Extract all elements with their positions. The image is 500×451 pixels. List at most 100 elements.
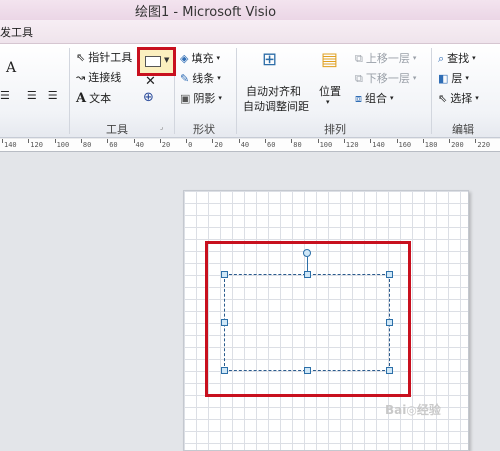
layer-icon: ◧ bbox=[438, 71, 449, 85]
rotation-handle[interactable] bbox=[303, 249, 311, 257]
ruler-tick bbox=[475, 139, 477, 143]
ruler-label: 220 bbox=[477, 141, 491, 149]
ribbon: A ☰ ☰ ☰ ⇖ 指针工具 ↝ 连接线 A 文本 ✕ ⊕ 工具 ⌟ ◈ 填充 … bbox=[0, 44, 500, 138]
tools-group-label: 工具 bbox=[106, 123, 128, 136]
chevron-down-icon: ▾ bbox=[216, 53, 220, 62]
ruler-tick bbox=[186, 139, 188, 143]
chevron-down-icon: ▼ bbox=[164, 56, 170, 64]
ruler-label: 60 bbox=[109, 141, 118, 149]
ruler-label: 60 bbox=[267, 141, 276, 149]
ruler-tick bbox=[370, 139, 372, 143]
ruler-label: 80 bbox=[82, 141, 92, 149]
bring-forward-button[interactable]: ⧉ 上移一层 ▾ bbox=[355, 50, 416, 66]
connector-button[interactable]: ↝ 连接线 bbox=[76, 69, 121, 85]
pen-icon: ✎ bbox=[180, 71, 190, 85]
chevron-down-icon: ▾ bbox=[390, 93, 394, 102]
stamp-icon[interactable]: ⊕ bbox=[143, 90, 154, 105]
ruler-tick bbox=[159, 139, 161, 143]
resize-handle-bottom[interactable] bbox=[304, 367, 311, 374]
resize-handle-right[interactable] bbox=[386, 319, 393, 326]
ruler-label: 40 bbox=[135, 141, 144, 149]
group-button[interactable]: ⧈ 组合 ▾ bbox=[355, 90, 394, 106]
layer-button[interactable]: ◧ 层 ▾ bbox=[438, 70, 469, 86]
indent-icon[interactable]: ☰ bbox=[27, 90, 37, 101]
ruler-label: 200 bbox=[451, 141, 464, 149]
ruler-tick bbox=[107, 139, 109, 143]
fill-button[interactable]: ◈ 填充 ▾ bbox=[180, 50, 220, 66]
auto-align-label[interactable]: 自动对齐和 bbox=[246, 83, 301, 99]
edit-group-label: 编辑 bbox=[452, 123, 474, 136]
align-left-icon[interactable]: ☰ bbox=[0, 90, 10, 101]
ruler-label: 140 bbox=[4, 141, 17, 149]
ruler-label: 100 bbox=[56, 141, 70, 149]
text-tool-button[interactable]: A 文本 bbox=[76, 90, 111, 106]
pointer-icon: ⇖ bbox=[76, 50, 86, 64]
ruler-label: 80 bbox=[293, 141, 302, 149]
rectangle-tool-button[interactable]: ▼ bbox=[137, 47, 176, 76]
bring-forward-icon: ⧉ bbox=[355, 51, 363, 65]
window-title: 绘图1 - Microsoft Visio bbox=[135, 5, 277, 20]
font-icon[interactable]: A bbox=[6, 60, 16, 76]
ruler-label: 120 bbox=[30, 141, 43, 149]
ruler-label: 20 bbox=[161, 141, 171, 149]
ribbon-tab-row: 发工具 bbox=[0, 20, 500, 44]
resize-handle-top-right[interactable] bbox=[386, 271, 393, 278]
ruler-label: 0 bbox=[188, 141, 193, 149]
resize-handle-left[interactable] bbox=[221, 319, 228, 326]
select-button[interactable]: ⇖ 选择 ▾ bbox=[438, 90, 479, 106]
chevron-down-icon: ▾ bbox=[472, 53, 476, 62]
auto-align-icon[interactable]: ⊞ bbox=[262, 49, 277, 70]
watermark: Bai◎经验 bbox=[385, 403, 441, 417]
fill-bucket-icon: ◈ bbox=[180, 51, 189, 65]
ruler-tick bbox=[2, 139, 3, 143]
ruler-tick bbox=[238, 139, 240, 143]
chevron-down-icon: ▾ bbox=[475, 93, 479, 102]
ruler-tick bbox=[28, 139, 30, 143]
pointer-tool-button[interactable]: ⇖ 指针工具 bbox=[76, 49, 132, 65]
resize-handle-top[interactable] bbox=[304, 271, 311, 278]
ruler-tick bbox=[54, 139, 56, 143]
binoculars-icon: ⌕ bbox=[438, 51, 445, 65]
chevron-down-icon: ▾ bbox=[412, 53, 417, 62]
send-backward-button[interactable]: ⧉ 下移一层 ▾ bbox=[355, 70, 416, 86]
chevron-down-icon: ▾ bbox=[217, 73, 221, 82]
resize-handle-bottom-left[interactable] bbox=[221, 367, 228, 374]
connector-icon: ↝ bbox=[76, 70, 86, 84]
dialog-launcher-icon[interactable]: ⌟ bbox=[160, 123, 163, 131]
tab-developer[interactable]: 发工具 bbox=[0, 24, 33, 40]
ruler-label: 140 bbox=[372, 141, 385, 149]
shadow-button[interactable]: ▣ 阴影 ▾ bbox=[180, 90, 222, 106]
ruler-tick bbox=[396, 139, 398, 143]
auto-space-label[interactable]: 自动调整间距 bbox=[243, 98, 309, 114]
chevron-down-icon: ▾ bbox=[412, 73, 417, 82]
ruler-label: 100 bbox=[319, 141, 333, 149]
ruler-label: 40 bbox=[240, 141, 250, 149]
chevron-down-icon[interactable]: ▾ bbox=[326, 98, 330, 106]
ruler-label: 180 bbox=[424, 141, 438, 149]
resize-handle-top-left[interactable] bbox=[221, 271, 228, 278]
shadow-icon: ▣ bbox=[180, 91, 191, 105]
ruler-label: 120 bbox=[345, 141, 359, 149]
position-button[interactable]: 位置 bbox=[319, 83, 341, 99]
horizontal-ruler[interactable]: 140 120 100 80 60 40 20 0 20 40 60 80 100 120 140 160 18… bbox=[0, 139, 500, 152]
rectangle-shape[interactable] bbox=[224, 274, 390, 371]
delete-icon[interactable]: ✕ bbox=[145, 74, 156, 89]
ruler-tick bbox=[212, 139, 214, 143]
title-bar: 绘图1 - Microsoft Visio bbox=[0, 0, 500, 20]
ruler-tick bbox=[449, 139, 451, 143]
shape-group-label: 形状 bbox=[193, 123, 215, 136]
text-a-icon: A bbox=[76, 90, 87, 106]
position-icon[interactable]: ▤ bbox=[321, 49, 338, 70]
rectangle-icon bbox=[145, 56, 161, 67]
chevron-down-icon: ▾ bbox=[465, 73, 469, 82]
list-icon[interactable]: ☰ bbox=[48, 90, 58, 101]
line-button[interactable]: ✎ 线条 ▾ bbox=[180, 70, 221, 86]
ruler-tick bbox=[317, 139, 319, 143]
separator bbox=[236, 48, 237, 134]
find-button[interactable]: ⌕ 查找 ▾ bbox=[438, 50, 476, 66]
resize-handle-bottom-right[interactable] bbox=[386, 367, 393, 374]
ruler-tick bbox=[265, 139, 266, 143]
separator bbox=[431, 48, 432, 134]
ruler-tick bbox=[291, 139, 293, 143]
separator bbox=[69, 48, 70, 134]
